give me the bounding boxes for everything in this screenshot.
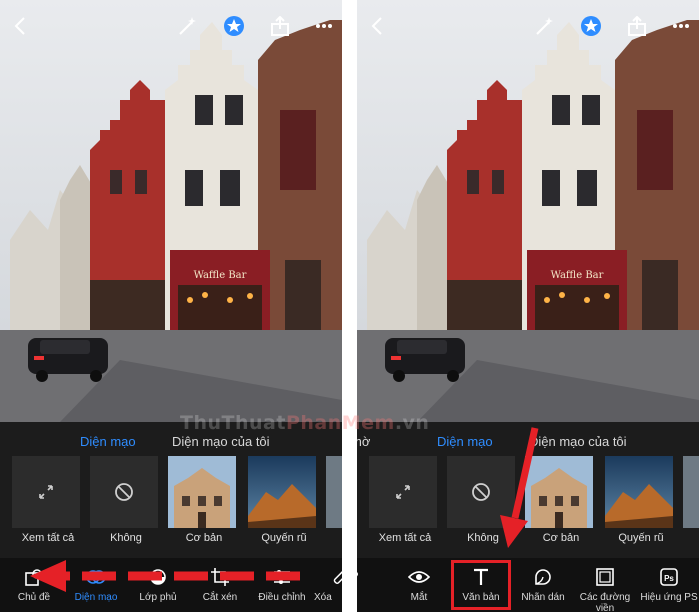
tool-adjust[interactable]: Điều chỉnh [252,558,312,612]
tool-label: Văn bản [462,592,500,603]
tab-my-looks[interactable]: Diện mạo của tôi [172,434,270,449]
preset-glamour[interactable]: Quyến rũ [248,456,316,548]
bottom-toolbar: Chủ đề Diện mạo Lớp phủ Cắt xén Điều chỉ… [0,558,342,612]
tool-crop[interactable]: Cắt xén [190,558,250,612]
tab-looks[interactable]: Diện mạo [437,434,493,449]
sticker-icon [532,566,554,588]
preset-partial[interactable] [683,456,699,548]
preset-label: Không [110,532,142,544]
right-screenshot: Waffle Bar mờ [357,0,699,612]
watermark: ThuThuatPhanMem.vn [180,412,430,434]
preset-none[interactable]: Không [447,456,515,548]
preset-label: Cơ bản [185,532,223,544]
back-icon[interactable] [365,14,389,38]
edited-photo[interactable]: Waffle Bar [357,0,699,422]
preset-label: Quyến rũ [261,532,307,544]
edited-photo[interactable]: Waffle Bar [0,0,342,422]
preset-label: Quyến rũ [618,532,664,544]
tool-partial[interactable] [357,558,361,612]
tool-label: Hiệu ứng PS [640,592,698,603]
border-icon [594,566,616,588]
magic-wand-icon[interactable] [176,14,200,38]
premium-star-icon[interactable] [579,14,603,38]
preset-see-all[interactable]: Xem tất cả [12,456,80,548]
tab-looks[interactable]: Diện mạo [80,434,136,449]
expand-arrows-icon [39,485,53,499]
shop-sign: Waffle Bar [194,270,247,281]
none-circle-icon [115,483,133,501]
tool-stickers[interactable]: Nhãn dán [513,558,573,612]
preset-basic[interactable]: Cơ bản [525,456,593,548]
tool-text[interactable]: Văn bản [451,558,511,612]
more-icon[interactable] [669,14,693,38]
photo-thumbnail [525,456,593,528]
tool-label: Nhãn dán [521,592,565,603]
heal-icon [329,566,342,588]
tool-ps-effects[interactable]: Ps Hiệu ứng PS [639,558,699,612]
back-icon[interactable] [8,14,32,38]
tool-overlays[interactable]: Lớp phủ [128,558,188,612]
tool-label: Diện mạo [74,592,118,603]
text-icon [470,566,492,588]
eye-icon [408,566,430,588]
heal-icon [357,566,361,588]
tool-label: Chủ đề [17,592,51,603]
tool-label: Điều chỉnh [258,592,306,603]
preset-partial[interactable] [326,456,342,548]
tool-label: Mắt [410,592,428,603]
magic-wand-icon[interactable] [533,14,557,38]
preset-none[interactable]: Không [90,456,158,548]
premium-star-icon[interactable] [222,14,246,38]
photo-thumbnail [168,456,236,528]
shop-sign: Waffle Bar [551,270,604,281]
tool-label: Xóa [314,592,332,603]
preset-basic[interactable]: Cơ bản [168,456,236,548]
tool-label: Cắt xén [202,592,238,603]
tool-label: Các đường viền [575,592,635,612]
tool-label-line1: Các đường [579,592,631,603]
share-icon[interactable] [268,14,292,38]
preset-see-all[interactable]: Xem tất cả [369,456,437,548]
preset-label: Không [467,532,499,544]
tool-borders[interactable]: Các đường viền [575,558,635,612]
mountain-thumbnail [605,456,673,528]
tool-eyes[interactable]: Mắt [389,558,449,612]
svg-text:Ps: Ps [664,574,674,583]
preset-label: Xem tất cả [378,532,432,544]
share-icon[interactable] [625,14,649,38]
tab-partial[interactable]: mờ [357,434,370,449]
crop-icon [209,566,231,588]
tab-my-looks[interactable]: Diện mạo của tôi [529,434,627,449]
adjust-icon [271,566,293,588]
overlay-icon [147,566,169,588]
expand-arrows-icon [396,485,410,499]
left-screenshot: Waffle Bar Diện mạo Diện mạo của tôi Xem… [0,0,342,612]
theme-icon [23,566,45,588]
tool-themes[interactable]: Chủ đề [4,558,64,612]
preset-label: Xem tất cả [21,532,75,544]
preset-glamour[interactable]: Quyến rũ [605,456,673,548]
tool-label: Lớp phủ [139,592,177,603]
tool-label-line2: viền [595,603,615,612]
tool-looks[interactable]: Diện mạo [66,558,126,612]
ps-effects-icon: Ps [658,566,680,588]
preset-label: Cơ bản [542,532,580,544]
mountain-thumbnail [248,456,316,528]
more-icon[interactable] [312,14,336,38]
none-circle-icon [472,483,490,501]
tool-heal[interactable]: Xóa [310,558,342,612]
looks-icon [85,566,107,588]
bottom-toolbar: Mắt Văn bản Nhãn dán Các đường viền Ps H… [357,558,699,612]
